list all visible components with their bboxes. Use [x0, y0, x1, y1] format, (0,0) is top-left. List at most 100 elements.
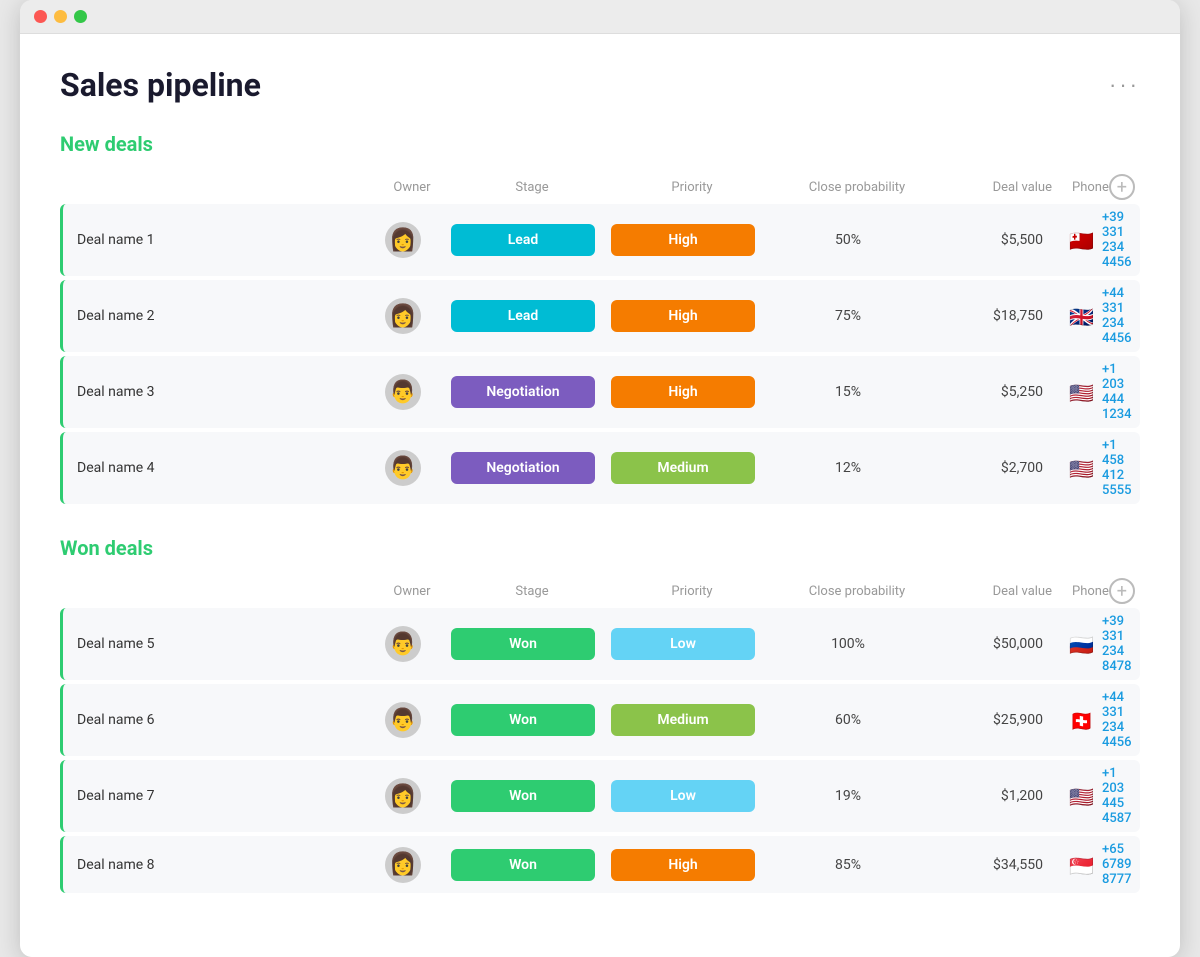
- country-flag: 🇸🇬: [1069, 856, 1095, 874]
- stage-badge: Negotiation: [451, 376, 595, 408]
- won-deals-section: Won deals Owner Stage Priority Close pro…: [60, 536, 1140, 893]
- deal-name: Deal name 2: [63, 308, 363, 324]
- phone-link[interactable]: +39 331 234 8478: [1102, 614, 1132, 674]
- deal-name: Deal name 7: [63, 788, 363, 804]
- add-col-icon[interactable]: +: [1109, 174, 1135, 200]
- page-header: Sales pipeline ···: [60, 66, 1140, 104]
- owner-cell: 👩: [363, 298, 443, 334]
- stage-badge: Won: [451, 704, 595, 736]
- priority-cell: High: [603, 376, 763, 408]
- table-row[interactable]: Deal name 2 👩 Lead High 75% $18,750 🇬🇧 +…: [60, 280, 1140, 352]
- col-add-header: +: [1109, 174, 1145, 200]
- country-flag: 🇺🇸: [1069, 787, 1095, 805]
- close-prob: 19%: [763, 788, 933, 804]
- minimize-dot[interactable]: [54, 10, 67, 23]
- table-row[interactable]: Deal name 7 👩 Won Low 19% $1,200 🇺🇸 +1 2…: [60, 760, 1140, 832]
- priority-cell: Medium: [603, 704, 763, 736]
- avatar: 👨: [385, 702, 421, 738]
- col-value-header: Deal value: [942, 180, 1072, 195]
- stage-cell: Negotiation: [443, 376, 603, 408]
- phone-link[interactable]: +1 203 445 4587: [1102, 766, 1132, 826]
- owner-cell: 👨: [363, 450, 443, 486]
- priority-cell: Medium: [603, 452, 763, 484]
- table-row[interactable]: Deal name 3 👨 Negotiation High 15% $5,25…: [60, 356, 1140, 428]
- new-deals-table-header: Owner Stage Priority Close probability D…: [60, 170, 1140, 204]
- avatar: 👩: [385, 847, 421, 883]
- stage-cell: Lead: [443, 300, 603, 332]
- won-col-stage-header: Stage: [452, 584, 612, 599]
- deal-value: $50,000: [933, 636, 1063, 652]
- priority-badge: Medium: [611, 452, 755, 484]
- col-owner-header: Owner: [372, 180, 452, 195]
- deal-value: $5,250: [933, 384, 1063, 400]
- priority-cell: Low: [603, 628, 763, 660]
- priority-badge: Medium: [611, 704, 755, 736]
- new-deals-section: New deals Owner Stage Priority Close pro…: [60, 132, 1140, 504]
- priority-badge: Low: [611, 780, 755, 812]
- phone-link[interactable]: +1 458 412 5555: [1102, 438, 1132, 498]
- close-prob: 85%: [763, 857, 933, 873]
- phone-cell: 🇬🇧 +44 331 234 4456: [1063, 286, 1132, 346]
- owner-cell: 👨: [363, 626, 443, 662]
- more-button[interactable]: ···: [1109, 72, 1140, 98]
- close-dot[interactable]: [34, 10, 47, 23]
- stage-cell: Won: [443, 849, 603, 881]
- table-row[interactable]: Deal name 5 👨 Won Low 100% $50,000 🇷🇺 +3…: [60, 608, 1140, 680]
- won-col-prob-header: Close probability: [772, 584, 942, 599]
- deal-value: $25,900: [933, 712, 1063, 728]
- close-prob: 75%: [763, 308, 933, 324]
- country-flag: 🇬🇧: [1069, 307, 1095, 325]
- deal-value: $34,550: [933, 857, 1063, 873]
- maximize-dot[interactable]: [74, 10, 87, 23]
- won-col-phone-header: Phone: [1072, 584, 1109, 599]
- phone-link[interactable]: +1 203 444 1234: [1102, 362, 1132, 422]
- deal-value: $5,500: [933, 232, 1063, 248]
- phone-link[interactable]: +65 6789 8777: [1102, 842, 1132, 887]
- priority-badge: High: [611, 224, 755, 256]
- close-prob: 60%: [763, 712, 933, 728]
- owner-cell: 👩: [363, 222, 443, 258]
- country-flag: 🇹🇴: [1069, 231, 1095, 249]
- table-row[interactable]: Deal name 8 👩 Won High 85% $34,550 🇸🇬 +6…: [60, 836, 1140, 893]
- priority-cell: High: [603, 300, 763, 332]
- table-row[interactable]: Deal name 4 👨 Negotiation Medium 12% $2,…: [60, 432, 1140, 504]
- deal-value: $2,700: [933, 460, 1063, 476]
- table-row[interactable]: Deal name 6 👨 Won Medium 60% $25,900 🇨🇭 …: [60, 684, 1140, 756]
- stage-badge: Lead: [451, 224, 595, 256]
- won-deals-title: Won deals: [60, 536, 1140, 560]
- won-col-add-header: +: [1109, 578, 1145, 604]
- col-prob-header: Close probability: [772, 180, 942, 195]
- priority-cell: Low: [603, 780, 763, 812]
- won-add-col-icon[interactable]: +: [1109, 578, 1135, 604]
- close-prob: 15%: [763, 384, 933, 400]
- deal-name: Deal name 6: [63, 712, 363, 728]
- phone-link[interactable]: +44 331 234 4456: [1102, 690, 1132, 750]
- owner-cell: 👩: [363, 847, 443, 883]
- won-deals-rows: Deal name 5 👨 Won Low 100% $50,000 🇷🇺 +3…: [60, 608, 1140, 893]
- close-prob: 50%: [763, 232, 933, 248]
- phone-cell: 🇷🇺 +39 331 234 8478: [1063, 614, 1132, 674]
- priority-cell: High: [603, 849, 763, 881]
- col-priority-header: Priority: [612, 180, 772, 195]
- table-row[interactable]: Deal name 1 👩 Lead High 50% $5,500 🇹🇴 +3…: [60, 204, 1140, 276]
- country-flag: 🇺🇸: [1069, 383, 1095, 401]
- avatar: 👩: [385, 222, 421, 258]
- phone-cell: 🇺🇸 +1 203 445 4587: [1063, 766, 1132, 826]
- owner-cell: 👨: [363, 374, 443, 410]
- deal-name: Deal name 1: [63, 232, 363, 248]
- won-col-value-header: Deal value: [942, 584, 1072, 599]
- main-content: Sales pipeline ··· New deals Owner Stage…: [20, 34, 1180, 957]
- stage-cell: Lead: [443, 224, 603, 256]
- avatar: 👩: [385, 298, 421, 334]
- phone-cell: 🇹🇴 +39 331 234 4456: [1063, 210, 1132, 270]
- phone-link[interactable]: +39 331 234 4456: [1102, 210, 1132, 270]
- stage-badge: Won: [451, 628, 595, 660]
- deal-name: Deal name 8: [63, 857, 363, 873]
- won-col-owner-header: Owner: [372, 584, 452, 599]
- phone-link[interactable]: +44 331 234 4456: [1102, 286, 1132, 346]
- won-deals-table-header: Owner Stage Priority Close probability D…: [60, 574, 1140, 608]
- deal-name: Deal name 4: [63, 460, 363, 476]
- app-window: Sales pipeline ··· New deals Owner Stage…: [20, 0, 1180, 957]
- deal-value: $18,750: [933, 308, 1063, 324]
- col-phone-header: Phone: [1072, 180, 1109, 195]
